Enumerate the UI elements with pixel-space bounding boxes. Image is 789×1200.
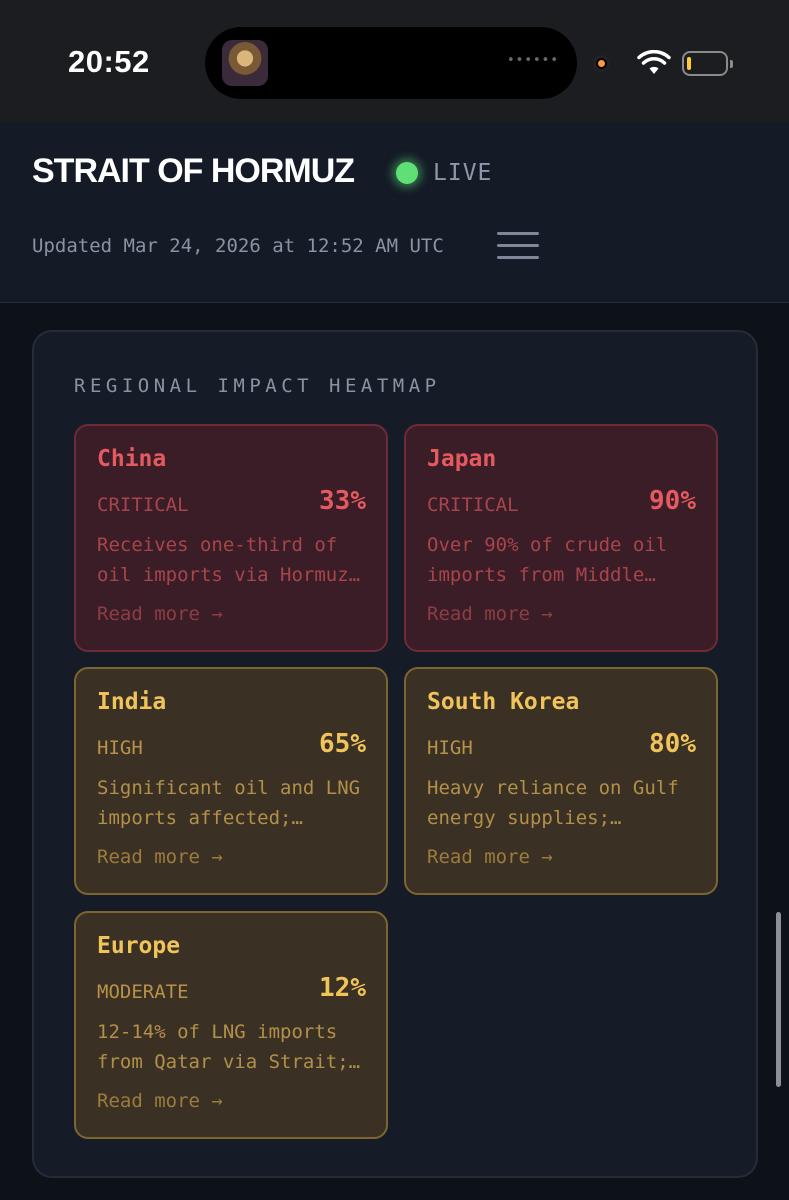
page-title: STRAIT OF HORMUZ — [32, 152, 355, 190]
impact-level: CRITICAL — [97, 494, 189, 516]
region-description: Over 90% of crude oil imports from Middle… — [427, 534, 668, 586]
impact-percent: 12% — [319, 973, 366, 1003]
read-more-link[interactable]: Read more → — [427, 603, 553, 625]
impact-percent: 90% — [649, 486, 696, 516]
hamburger-menu-icon[interactable] — [497, 228, 539, 264]
live-label: LIVE — [433, 160, 493, 186]
dynamic-island[interactable]: •••••• — [205, 27, 577, 99]
status-bar: 20:52 •••••• — [0, 0, 789, 122]
now-playing-artwork[interactable] — [222, 40, 268, 86]
region-card-europe[interactable]: Europe MODERATE 12% 12-14% of LNG import… — [74, 911, 388, 1139]
region-description: Receives one-third of oil imports via Hor… — [97, 534, 361, 586]
section-title: REGIONAL IMPACT HEATMAP — [74, 375, 441, 397]
impact-level: MODERATE — [97, 981, 189, 1003]
camera-in-use-indicator — [593, 55, 610, 72]
read-more-link[interactable]: Read more → — [97, 603, 223, 625]
read-more-link[interactable]: Read more → — [97, 1090, 223, 1112]
impact-percent: 33% — [319, 486, 366, 516]
impact-percent: 65% — [319, 729, 366, 759]
read-more-link[interactable]: Read more → — [427, 846, 553, 868]
region-name: South Korea — [427, 689, 580, 715]
region-description: Heavy reliance on Gulf energy supplies;… — [427, 777, 679, 829]
region-description: 12-14% of LNG imports from Qatar via Stra… — [97, 1021, 361, 1073]
wifi-icon — [637, 50, 671, 74]
battery-icon — [682, 51, 733, 76]
scrollbar[interactable] — [776, 912, 781, 1087]
region-card-japan[interactable]: Japan CRITICAL 90% Over 90% of crude oil… — [404, 424, 718, 652]
status-time: 20:52 — [68, 44, 150, 79]
impact-level: HIGH — [97, 737, 143, 759]
region-name: China — [97, 446, 167, 472]
region-name: Europe — [97, 933, 181, 959]
app-header: STRAIT OF HORMUZ LIVE Updated Mar 24, 20… — [0, 122, 789, 303]
region-name: India — [97, 689, 167, 715]
region-name: Japan — [427, 446, 497, 472]
impact-percent: 80% — [649, 729, 696, 759]
status-dot-icon — [396, 162, 418, 184]
region-card-south-korea[interactable]: South Korea HIGH 80% Heavy reliance on G… — [404, 667, 718, 895]
impact-level: CRITICAL — [427, 494, 519, 516]
regional-impact-panel: REGIONAL IMPACT HEATMAP China CRITICAL 3… — [32, 330, 758, 1178]
impact-level: HIGH — [427, 737, 473, 759]
region-card-india[interactable]: India HIGH 65% Significant oil and LNG im… — [74, 667, 388, 895]
island-activity-indicator: •••••• — [506, 53, 559, 68]
region-card-china[interactable]: China CRITICAL 33% Receives one-third of… — [74, 424, 388, 652]
updated-timestamp: Updated Mar 24, 2026 at 12:52 AM UTC — [32, 235, 444, 257]
read-more-link[interactable]: Read more → — [97, 846, 223, 868]
region-description: Significant oil and LNG imports affected;… — [97, 777, 361, 829]
